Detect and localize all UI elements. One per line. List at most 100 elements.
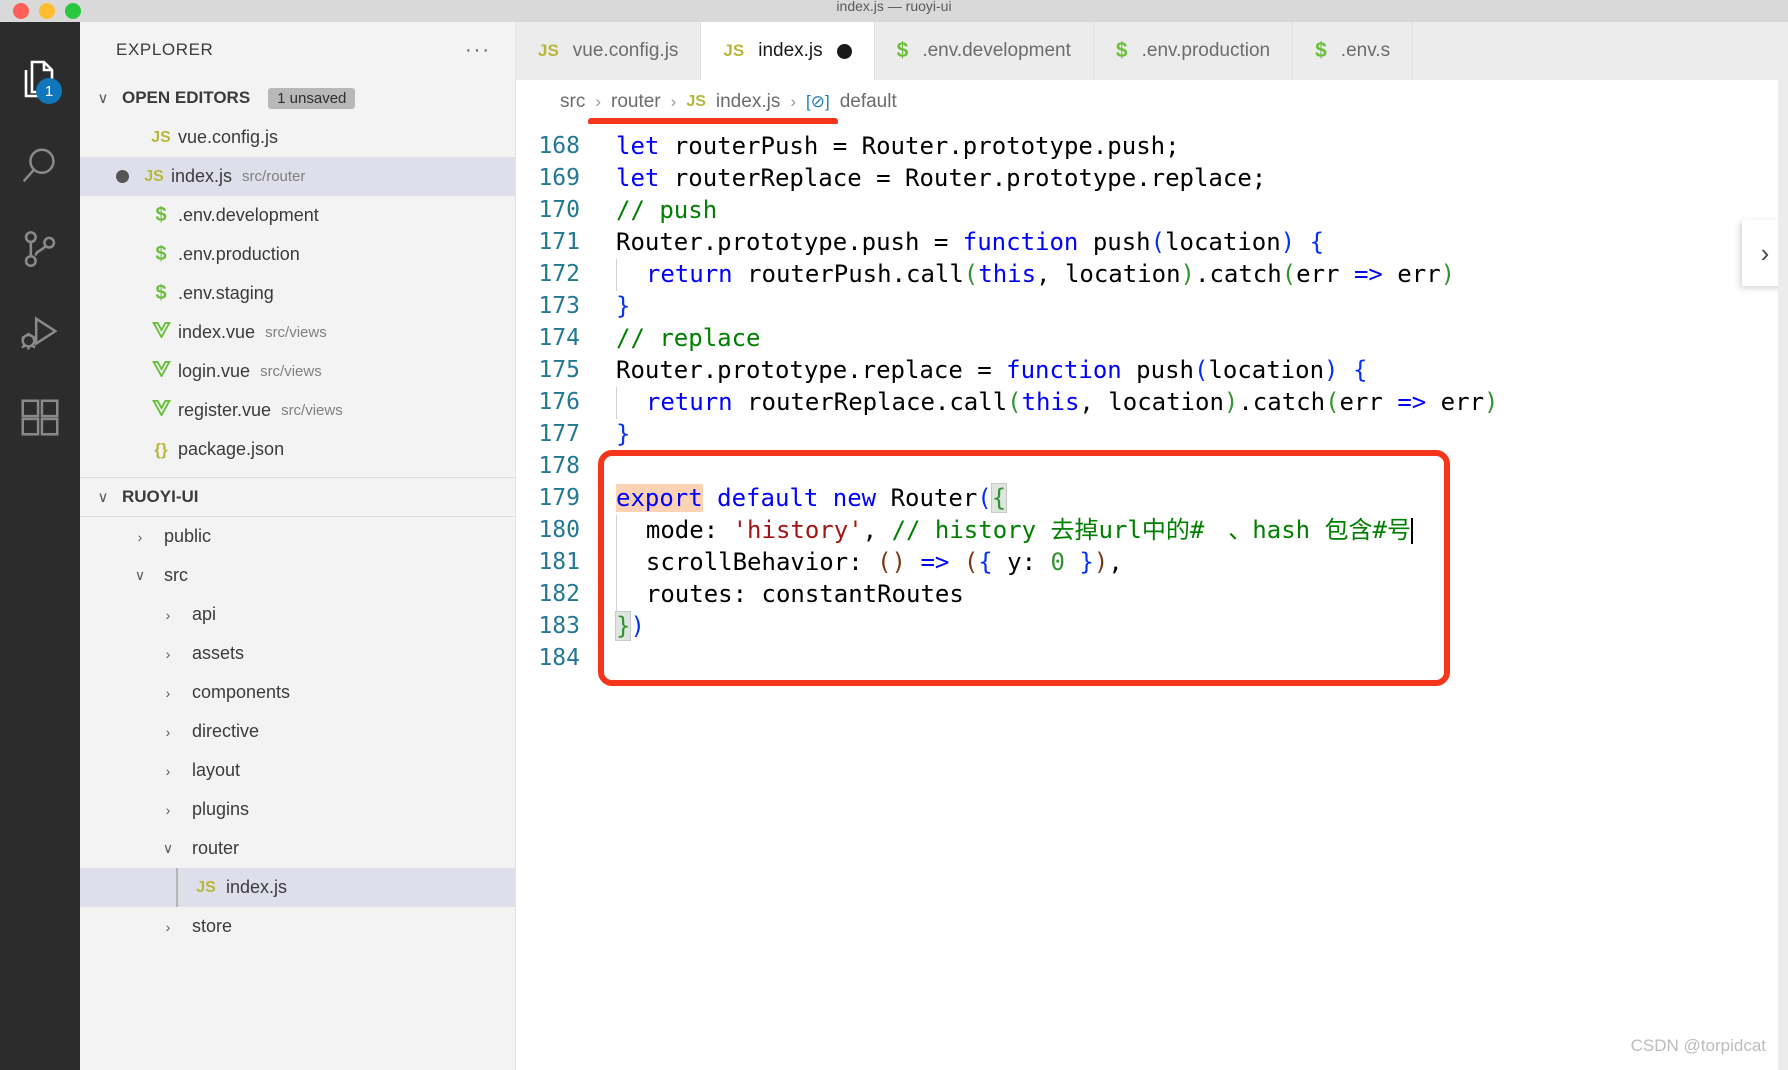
- tree-indent-guide: [176, 868, 178, 907]
- list-item[interactable]: JS vue.config.js: [80, 118, 515, 157]
- code-line: 172 return routerPush.call(this, locatio…: [516, 258, 1788, 291]
- chevron-right-icon: ›: [165, 918, 171, 935]
- line-number: 184: [538, 645, 580, 671]
- chevron-right-icon: ›: [165, 723, 171, 740]
- activity-item-search[interactable]: [0, 124, 80, 208]
- line-number: 183: [538, 613, 580, 639]
- search-icon: [17, 143, 63, 189]
- line-number: 174: [538, 325, 580, 351]
- js-file-icon: JS: [538, 41, 559, 60]
- line-number: 181: [538, 549, 580, 575]
- env-file-icon: $: [155, 204, 167, 226]
- extensions-icon: [17, 395, 63, 441]
- tab-env-production[interactable]: $ .env.production: [1093, 22, 1294, 80]
- tree-item-label: plugins: [192, 799, 250, 819]
- file-name: index.vue: [178, 322, 256, 342]
- list-item[interactable]: $ .env.staging: [80, 274, 515, 313]
- js-file-icon: JS: [144, 167, 164, 185]
- file-tree: › public ∨ src › api › assets › componen…: [80, 517, 515, 946]
- tree-item-directive[interactable]: › directive: [80, 712, 515, 751]
- symbol-icon: [⊘]: [805, 92, 830, 111]
- list-item[interactable]: index.vue src/views: [80, 313, 515, 352]
- chevron-down-icon: ∨: [162, 840, 174, 856]
- line-number: 179: [538, 485, 580, 511]
- open-editors-header[interactable]: ∨ OPEN EDITORS 1 unsaved: [80, 78, 515, 118]
- breadcrumb-item-default[interactable]: default: [840, 91, 897, 113]
- line-number: 173: [538, 293, 580, 319]
- project-header[interactable]: ∨ RUOYI-UI: [80, 477, 515, 517]
- code-line: 176 return routerReplace.call(this, loca…: [516, 386, 1788, 419]
- code-line: 174// replace: [516, 322, 1788, 354]
- file-path: src/views: [265, 324, 327, 341]
- tree-item-components[interactable]: › components: [80, 673, 515, 712]
- activity-item-source-control[interactable]: [0, 208, 80, 292]
- breadcrumb-item-index-js[interactable]: index.js: [716, 91, 780, 113]
- env-file-icon: $: [155, 243, 167, 265]
- tree-item-label: router: [192, 838, 240, 858]
- list-item[interactable]: $ .env.development: [80, 196, 515, 235]
- file-name: .env.production: [178, 244, 300, 264]
- js-file-icon: JS: [151, 128, 171, 146]
- file-name: index.js: [171, 166, 233, 186]
- chevron-right-icon: ›: [595, 92, 601, 111]
- chevron-down-icon: ∨: [134, 567, 146, 583]
- line-number: 175: [538, 357, 580, 383]
- code-line: 180 mode: 'history', // history 去掉url中的#…: [516, 514, 1788, 547]
- line-number: 177: [538, 421, 580, 447]
- tab-vue-config-js[interactable]: JS vue.config.js: [516, 22, 702, 80]
- breadcrumb-item-src[interactable]: src: [560, 91, 585, 113]
- tree-item-public[interactable]: › public: [80, 517, 515, 556]
- activity-item-explorer[interactable]: 1: [0, 40, 80, 124]
- env-file-icon: $: [1315, 39, 1327, 62]
- line-number: 171: [538, 229, 580, 255]
- code-line: 184: [516, 642, 1788, 674]
- list-item[interactable]: login.vue src/views: [80, 352, 515, 391]
- code-line: 170// push: [516, 194, 1788, 226]
- activity-item-extensions[interactable]: [0, 376, 80, 460]
- tab-index-js[interactable]: JS index.js: [701, 22, 875, 80]
- tree-item-store[interactable]: › store: [80, 907, 515, 946]
- chevron-right-icon: ›: [670, 92, 677, 111]
- line-number: 178: [538, 453, 580, 479]
- unsaved-indicator-icon[interactable]: [836, 43, 852, 59]
- file-name: register.vue: [178, 400, 272, 420]
- chevron-right-icon: ›: [165, 762, 171, 779]
- code-line: 169 let routerReplace = Router.prototype.…: [516, 162, 1788, 194]
- tree-item-label: index.js: [226, 877, 288, 897]
- list-item[interactable]: register.vue src/views: [80, 391, 515, 430]
- tree-item-src[interactable]: ∨ src: [80, 556, 515, 595]
- code-line: 173}: [516, 290, 1788, 322]
- explorer-header: EXPLORER ···: [80, 22, 515, 78]
- chevron-down-icon: ∨: [97, 489, 109, 506]
- code-line: 183}): [516, 610, 1788, 642]
- more-actions-icon[interactable]: ···: [465, 39, 491, 62]
- list-item[interactable]: {} package.json: [80, 430, 515, 469]
- list-item[interactable]: $ .env.production: [80, 235, 515, 274]
- code-line: 177}: [516, 418, 1788, 450]
- env-file-icon: $: [155, 282, 167, 304]
- breadcrumb-item-router[interactable]: router: [611, 91, 661, 113]
- code-editor[interactable]: 168 let routerPush = Router.prototype.pus…: [516, 124, 1788, 1070]
- list-item[interactable]: JS index.js src/router: [80, 157, 515, 196]
- tab-label: index.js: [758, 40, 823, 61]
- tree-item-router[interactable]: ∨ router: [80, 829, 515, 868]
- tree-item-assets[interactable]: › assets: [80, 634, 515, 673]
- watermark: CSDN @torpidcat: [1630, 1036, 1766, 1055]
- js-file-icon: JS: [196, 878, 216, 896]
- js-file-icon: JS: [723, 41, 745, 60]
- tree-item-label: layout: [192, 760, 241, 780]
- tab-env-staging[interactable]: $ .env.s: [1293, 22, 1414, 80]
- file-name: package.json: [178, 439, 285, 459]
- editor-area: JS vue.config.js JS index.js $ .env.deve…: [516, 22, 1788, 1070]
- file-name: .env.development: [178, 205, 319, 225]
- tree-item-layout[interactable]: › layout: [80, 751, 515, 790]
- chevron-right-icon: ›: [165, 684, 171, 701]
- tree-item-api[interactable]: › api: [80, 595, 515, 634]
- activity-item-run-and-debug[interactable]: [0, 292, 80, 376]
- tree-item-index-js[interactable]: JS index.js: [80, 868, 515, 907]
- tab-env-development[interactable]: $ .env.development: [874, 22, 1094, 80]
- chevron-right-icon: ›: [1760, 237, 1770, 268]
- tree-item-plugins[interactable]: › plugins: [80, 790, 515, 829]
- line-number: 169: [538, 165, 580, 191]
- file-name: vue.config.js: [178, 127, 279, 147]
